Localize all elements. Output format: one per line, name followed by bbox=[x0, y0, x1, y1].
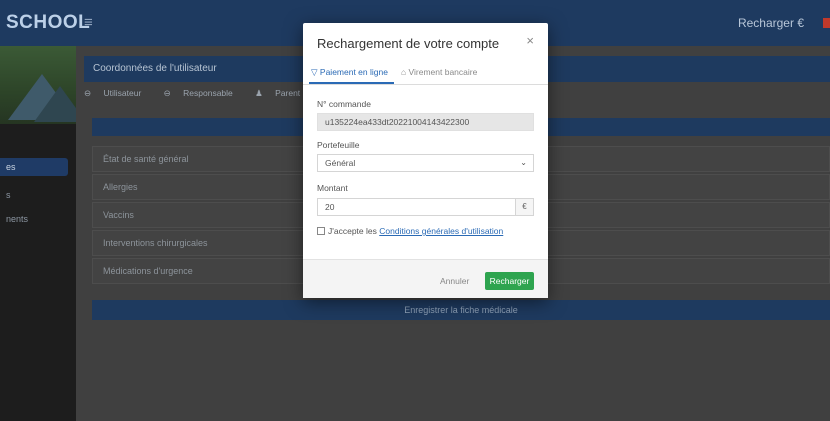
save-medical-button[interactable]: Enregistrer la fiche médicale bbox=[92, 300, 830, 320]
amount-value: 20 bbox=[325, 202, 335, 212]
user-icon: ⊖ bbox=[84, 88, 94, 98]
person-icon: ♟ bbox=[255, 88, 266, 98]
user-icon: ⊖ bbox=[163, 88, 174, 98]
tab-utilisateur[interactable]: ⊖ Utilisateur bbox=[84, 88, 151, 98]
mountain-shape bbox=[34, 86, 76, 122]
order-label: N° commande bbox=[317, 99, 371, 109]
active-tab-indicator bbox=[309, 82, 394, 84]
modal-title: Rechargement de votre compte bbox=[317, 36, 500, 51]
euro-addon: € bbox=[515, 199, 533, 215]
recharger-link[interactable]: Recharger € bbox=[738, 16, 804, 30]
filter-icon: ▽ bbox=[311, 67, 320, 77]
bank-icon: ⌂ bbox=[401, 67, 409, 77]
amount-field[interactable]: 20 € bbox=[317, 198, 534, 216]
terms-link[interactable]: Conditions générales d'utilisation bbox=[379, 226, 503, 236]
modal-footer: Annuler Recharger bbox=[303, 259, 548, 298]
menu-icon[interactable]: ≡ bbox=[84, 14, 93, 31]
sidebar-item[interactable]: es bbox=[0, 158, 68, 176]
tab-virement-bancaire[interactable]: ⌂ Virement bancaire bbox=[401, 67, 477, 77]
flag-icon[interactable] bbox=[823, 18, 830, 28]
tab-responsable[interactable]: ⊖ Responsable bbox=[164, 88, 243, 98]
sidebar: es s nents bbox=[0, 46, 76, 421]
recharger-button[interactable]: Recharger bbox=[485, 272, 534, 290]
wallet-label: Portefeuille bbox=[317, 140, 360, 150]
tab-paiement-en-ligne[interactable]: ▽ Paiement en ligne bbox=[311, 67, 388, 78]
sidebar-item[interactable]: nents bbox=[0, 214, 76, 224]
wallet-value: Général bbox=[325, 158, 356, 168]
order-number-field: u135224ea433dt20221004143422300 bbox=[317, 113, 534, 131]
sidebar-banner-image bbox=[0, 46, 76, 124]
amount-label: Montant bbox=[317, 183, 348, 193]
terms-checkbox[interactable] bbox=[317, 227, 325, 235]
chevron-down-icon: ⌄ bbox=[520, 158, 527, 167]
cancel-button[interactable]: Annuler bbox=[440, 276, 469, 286]
recharge-modal: Rechargement de votre compte × ▽ Paiemen… bbox=[303, 23, 548, 298]
terms-checkbox-row[interactable]: J'accepte les Conditions générales d'uti… bbox=[317, 226, 503, 236]
brand-logo[interactable]: SCHOOL bbox=[0, 0, 90, 46]
terms-prefix: J'accepte les bbox=[328, 226, 377, 236]
wallet-select[interactable]: Général ⌄ bbox=[317, 154, 534, 172]
close-icon[interactable]: × bbox=[526, 33, 534, 48]
payment-tabs: ▽ Paiement en ligne ⌂ Virement bancaire bbox=[303, 61, 548, 85]
sidebar-item[interactable]: s bbox=[0, 190, 76, 200]
